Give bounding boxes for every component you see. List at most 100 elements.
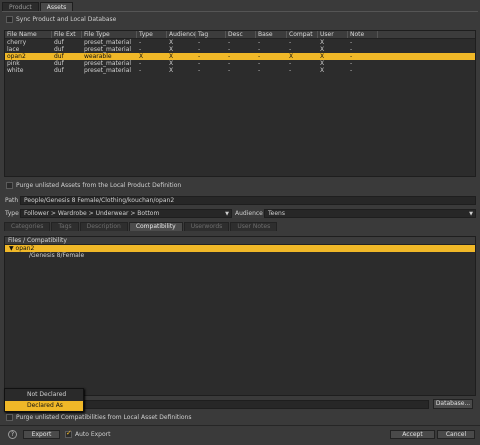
- table-cell: -: [228, 53, 231, 60]
- table-cell: cherry: [7, 39, 27, 46]
- table-cell: X: [169, 46, 174, 53]
- table-cell: X: [289, 53, 294, 60]
- export-button[interactable]: Export: [23, 430, 60, 439]
- table-cell: -: [350, 53, 353, 60]
- table-cell: lace: [7, 46, 20, 53]
- auto-export-checkbox[interactable]: [65, 429, 72, 438]
- table-cell: -: [350, 39, 353, 46]
- column-file-ext[interactable]: File Ext: [52, 31, 82, 38]
- checkmark-icon: ✓: [12, 402, 18, 410]
- table-cell: X: [139, 53, 144, 60]
- tab-userwords[interactable]: Userwords: [183, 222, 230, 231]
- tab-divider: [2, 11, 478, 12]
- table-row[interactable]: cherry duf preset_material - X - - - - X -: [5, 39, 475, 46]
- column-file-name[interactable]: File Name: [5, 31, 52, 38]
- table-header: File Name File Ext File Type Type Audien…: [5, 31, 475, 39]
- tab-product[interactable]: Product: [2, 2, 39, 11]
- column-audience[interactable]: Audience: [167, 31, 196, 38]
- table-cell: duf: [54, 60, 64, 67]
- column-tag[interactable]: Tag: [196, 31, 226, 38]
- table-cell: -: [228, 46, 231, 53]
- tree-item-child[interactable]: /Genesis 8/Female: [5, 252, 475, 259]
- table-cell: duf: [54, 46, 64, 53]
- table-cell: duf: [54, 67, 64, 74]
- column-user[interactable]: User: [318, 31, 348, 38]
- table-cell: -: [198, 60, 201, 67]
- table-cell: -: [258, 67, 261, 74]
- table-cell: -: [139, 67, 142, 74]
- menu-item-declared-as[interactable]: ✓ Declared As: [5, 401, 83, 411]
- auto-export-row[interactable]: Auto Export: [65, 429, 111, 439]
- expand-arrow-icon[interactable]: ▼: [9, 245, 14, 252]
- table-cell: -: [228, 60, 231, 67]
- sync-label: Sync Product and Local Database: [16, 16, 117, 23]
- table-cell: preset_material: [84, 39, 132, 46]
- purge-compat-row[interactable]: Purge unlisted Compatibilities from Loca…: [6, 413, 192, 422]
- table-cell: -: [258, 46, 261, 53]
- table-cell: -: [350, 46, 353, 53]
- purge-assets-row[interactable]: Purge unlisted Assets from the Local Pro…: [6, 181, 181, 190]
- auto-export-label: Auto Export: [75, 431, 111, 438]
- table-cell: preset_material: [84, 60, 132, 67]
- type-dropdown[interactable]: Follower > Wardrobe > Underwear > Bottom…: [20, 209, 232, 218]
- tab-user-notes[interactable]: User Notes: [230, 222, 278, 231]
- tab-assets[interactable]: Assets: [39, 2, 74, 11]
- tab-compatibility[interactable]: Compatibility: [128, 222, 183, 231]
- table-cell: -: [258, 53, 261, 60]
- path-field[interactable]: People/Genesis 8 Female/Clothing/kouchan…: [20, 196, 476, 205]
- table-row[interactable]: pink duf preset_material - X - - - - X -: [5, 60, 475, 67]
- top-tabs: Product Assets: [2, 2, 74, 11]
- table-row[interactable]: lace duf preset_material - X - - - - X -: [5, 46, 475, 53]
- table-cell: opan2: [7, 53, 26, 60]
- table-cell: X: [169, 67, 174, 74]
- path-label: Path: [5, 197, 19, 204]
- tab-description[interactable]: Description: [79, 222, 128, 231]
- tree-item-child-label: /Genesis 8/Female: [29, 252, 85, 259]
- compat-header: Files / Compatibility: [5, 237, 475, 245]
- menu-item-declared-as-label: Declared As: [27, 402, 63, 409]
- tab-tags[interactable]: Tags: [51, 222, 79, 231]
- audience-dropdown[interactable]: Teens ▼: [264, 209, 476, 218]
- table-cell: -: [258, 39, 261, 46]
- table-cell: -: [289, 67, 292, 74]
- table-cell: X: [169, 39, 174, 46]
- compatibility-tree: Files / Compatibility ▼ opan2 /Genesis 8…: [4, 236, 476, 396]
- purge-compat-label: Purge unlisted Compatibilities from Loca…: [16, 414, 192, 421]
- table-cell: X: [169, 60, 174, 67]
- tree-item-root[interactable]: ▼ opan2: [5, 245, 475, 252]
- column-base[interactable]: Base: [256, 31, 287, 38]
- column-type[interactable]: Type: [137, 31, 167, 38]
- menu-item-not-declared[interactable]: Not Declared: [5, 390, 83, 400]
- accept-button[interactable]: Accept: [390, 430, 435, 439]
- column-note[interactable]: Note: [348, 31, 378, 38]
- table-cell: -: [198, 67, 201, 74]
- chevron-down-icon: ▼: [469, 211, 473, 217]
- table-cell: -: [198, 39, 201, 46]
- tab-categories[interactable]: Categories: [4, 222, 51, 231]
- purge-assets-checkbox[interactable]: [6, 182, 13, 189]
- table-cell: -: [289, 46, 292, 53]
- database-button[interactable]: Database...: [433, 399, 473, 409]
- column-compat[interactable]: Compat: [287, 31, 318, 38]
- table-cell: -: [139, 46, 142, 53]
- purge-compat-checkbox[interactable]: [6, 414, 13, 421]
- sync-checkbox[interactable]: [6, 16, 13, 23]
- footer-divider: [0, 425, 480, 426]
- table-row[interactable]: opan2 duf wearable X X - - - X X -: [5, 53, 475, 60]
- column-file-type[interactable]: File Type: [82, 31, 137, 38]
- table-cell: -: [289, 60, 292, 67]
- cancel-button[interactable]: Cancel: [437, 430, 475, 439]
- table-cell: -: [198, 53, 201, 60]
- table-cell: wearable: [84, 53, 112, 60]
- sync-checkbox-row[interactable]: Sync Product and Local Database: [6, 15, 116, 24]
- table-cell: white: [7, 67, 24, 74]
- help-icon[interactable]: ?: [8, 430, 17, 439]
- column-desc[interactable]: Desc: [226, 31, 256, 38]
- table-cell: X: [169, 53, 174, 60]
- declaration-menu: Not Declared ✓ Declared As: [4, 388, 84, 412]
- table-cell: X: [320, 46, 325, 53]
- table-row[interactable]: white duf preset_material - X - - - - X -: [5, 67, 475, 74]
- table-cell: -: [289, 39, 292, 46]
- table-cell: preset_material: [84, 67, 132, 74]
- table-cell: -: [350, 67, 353, 74]
